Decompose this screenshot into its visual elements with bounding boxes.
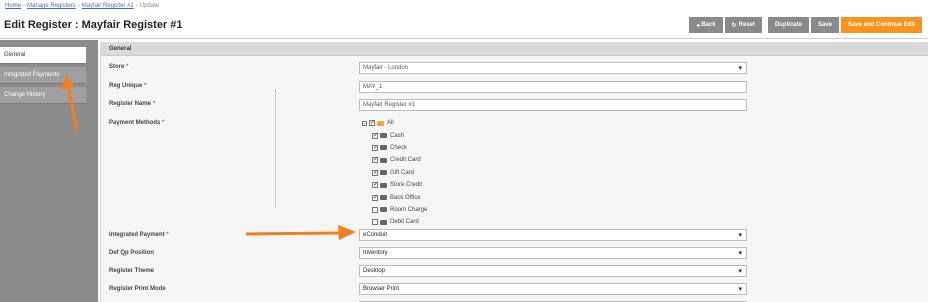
tree-connector (275, 90, 276, 208)
folder-icon (380, 157, 387, 163)
breadcrumb-separator: › (135, 3, 138, 9)
save-button[interactable]: Save (810, 17, 839, 33)
sidebar-item-integrated-payments[interactable]: Integrated Payments (0, 67, 86, 84)
store-select[interactable]: Mayfair - London (359, 62, 747, 74)
tree-item: Debit Card (362, 216, 427, 228)
required-marker: * (166, 232, 169, 238)
required-marker: * (162, 120, 165, 126)
def-qp-position-select[interactable]: Inventory (359, 247, 747, 259)
folder-icon (380, 145, 387, 151)
payment-methods-label: Payment Methods * (109, 120, 164, 126)
tree-item: ✓ Cash (362, 129, 427, 141)
store-label: Store * (109, 64, 128, 70)
required-marker: * (144, 83, 147, 89)
register-theme-value: Desktop (363, 268, 386, 274)
integrated-payment-value: eConduit (363, 232, 388, 238)
page-title: Edit Register : Mayfair Register #1 (4, 19, 183, 31)
reset-button[interactable]: ↻ Reset (724, 17, 762, 33)
tree-item-label: Store Credit (390, 182, 423, 189)
reset-label: Reset (738, 22, 755, 28)
tree-item: ✓ Gift Card (362, 167, 427, 179)
tree-item-checkbox[interactable]: ✓ (372, 182, 378, 189)
tree-item-checkbox[interactable] (372, 219, 378, 226)
register-theme-select[interactable]: Desktop (359, 265, 747, 277)
refresh-icon: ↻ (731, 22, 737, 29)
register-name-value: Mayfair Register #1 (363, 102, 416, 108)
tree-item-label: Cash (390, 132, 405, 139)
form-panel: General Store * Mayfair - London Reg Uni… (100, 42, 928, 302)
required-marker: * (152, 101, 156, 107)
back-button[interactable]: ◂ Back (689, 17, 723, 33)
tree-root-label: All (387, 120, 394, 127)
folder-icon (380, 170, 387, 176)
tree-item-checkbox[interactable]: ✓ (372, 194, 378, 201)
breadcrumb-home[interactable]: Home (5, 3, 21, 9)
breadcrumb-separator: › (77, 3, 80, 9)
tree-item: ✓ Back Office (362, 191, 427, 203)
toolbar: ◂ Back ↻ Reset Duplicate Save Save and Con… (689, 17, 922, 33)
tree-item-label: Debit Card (390, 219, 419, 226)
integrated-payment-label-text: Integrated Payment (109, 232, 165, 238)
store-value: Mayfair - London (363, 65, 409, 71)
def-qp-position-label: Def Qp Position (109, 250, 154, 256)
folder-open-icon (377, 120, 384, 126)
folder-icon (380, 195, 387, 201)
tree-item-label: Back Office (390, 194, 421, 201)
tree-item-checkbox[interactable]: ✓ (372, 157, 378, 164)
save-and-continue-button[interactable]: Save and Continue Edit (840, 17, 922, 33)
def-qp-position-value: Inventory (363, 250, 388, 256)
tree-item-checkbox[interactable]: ✓ (372, 132, 378, 139)
back-label: Back (701, 22, 716, 28)
tree-item: Room Charge (362, 204, 427, 216)
tree-root: − ✓ All (362, 117, 427, 129)
folder-icon (380, 182, 387, 188)
panel-header: General (101, 42, 928, 56)
folder-icon (380, 219, 387, 225)
breadcrumb: Home › Manage Registers › Mayfair Register #… (5, 3, 159, 12)
tree-root-checkbox[interactable]: ✓ (369, 120, 375, 127)
collapse-icon[interactable]: − (362, 120, 367, 126)
register-print-mode-label: Register Print Mode (109, 286, 166, 292)
breadcrumb-separator: › (23, 3, 26, 9)
tree-item-checkbox[interactable]: ✓ (372, 144, 378, 151)
tree-item: ✓ Check (362, 142, 427, 154)
tree-item-label: Room Charge (390, 206, 428, 213)
register-theme-label: Register Theme (109, 268, 155, 274)
tree-item: ✓ Store Credit (362, 179, 427, 191)
reg-unique-label-text: Reg Unique (109, 83, 143, 89)
tree-item-label: Credit Card (390, 157, 421, 164)
register-print-mode-select[interactable]: Browser Print (359, 283, 747, 295)
payment-methods-label-text: Payment Methods (109, 120, 161, 126)
register-name-label: Register Name * (109, 101, 155, 107)
reg-unique-label: Reg Unique * (109, 83, 146, 89)
breadcrumb-current: Update (139, 3, 160, 9)
tree-item-label: Gift Card (390, 169, 415, 176)
duplicate-button[interactable]: Duplicate (767, 17, 809, 33)
folder-icon (380, 207, 387, 213)
reg-unique-value: MAY_1 (363, 84, 383, 90)
tree-item-checkbox[interactable]: ✓ (372, 169, 378, 176)
tree-item-label: Check (390, 144, 408, 151)
back-arrow-icon: ◂ (696, 22, 700, 29)
register-print-mode-value: Browser Print (363, 286, 400, 292)
tree-item: ✓ Credit Card (362, 154, 427, 166)
sidebar: General Integrated Payments Change Histo… (0, 40, 98, 302)
sidebar-item-general[interactable]: General (0, 47, 86, 64)
folder-icon (380, 133, 387, 139)
required-marker: * (126, 64, 129, 70)
sidebar-item-change-history[interactable]: Change History (0, 87, 86, 104)
register-name-input[interactable]: Mayfair Register #1 (359, 99, 747, 111)
integrated-payment-select[interactable]: eConduit (359, 229, 747, 241)
store-label-text: Store (109, 64, 125, 70)
breadcrumb-register[interactable]: Mayfair Register #1 (82, 3, 134, 9)
integrated-payment-label: Integrated Payment * (109, 232, 169, 238)
payment-methods-tree: − ✓ All ✓ Cash ✓ Check ✓ Credit Card ✓ Gift Car… (362, 117, 427, 229)
divider (0, 38, 928, 39)
reg-unique-input[interactable]: MAY_1 (359, 81, 747, 93)
register-name-label-text: Register Name (109, 101, 152, 107)
tree-item-checkbox[interactable] (372, 206, 378, 213)
breadcrumb-manage-registers[interactable]: Manage Registers (27, 3, 76, 9)
